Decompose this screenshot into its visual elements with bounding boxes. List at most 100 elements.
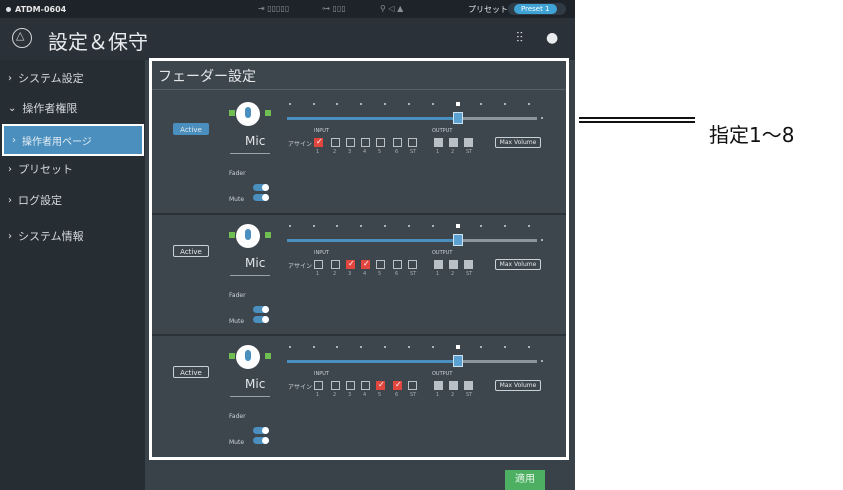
active-button[interactable]: Active <box>173 366 209 378</box>
input-number: ST <box>410 392 417 398</box>
output-assign-checkbox[interactable] <box>464 138 473 147</box>
output-led-icon <box>265 110 271 116</box>
panel-divider <box>152 89 566 90</box>
input-assign-checkbox[interactable] <box>346 138 355 147</box>
channel-divider <box>152 213 566 215</box>
mic-icon[interactable] <box>236 345 260 369</box>
preset-label: プリセット <box>468 5 508 14</box>
input-number: 4 <box>363 271 367 277</box>
channel-divider <box>152 334 566 336</box>
sidebar-item-operator-permissions[interactable]: ⌄ 操作者権限 <box>0 92 145 124</box>
channel-name-underline <box>230 396 270 397</box>
chevron-right-icon: › <box>12 134 16 146</box>
panel-title: フェーダー設定 <box>158 69 256 85</box>
chevron-right-icon: › <box>8 194 12 206</box>
sidebar-item-system-info[interactable]: › システム情報 <box>0 220 145 252</box>
input-assign-checkbox[interactable] <box>361 259 370 269</box>
mic-icon[interactable] <box>236 102 260 126</box>
input-assign-checkbox[interactable] <box>376 380 385 390</box>
sidebar-item-preset[interactable]: › プリセット <box>0 153 145 185</box>
volume-tick <box>313 225 315 227</box>
sidebar-item-label: システム情報 <box>18 230 84 243</box>
input-assign-checkbox[interactable] <box>361 138 370 147</box>
alert-indicator-icon: ⚲ ◁ ▲ <box>380 4 404 13</box>
volume-slider-thumb[interactable] <box>453 112 463 124</box>
input-assign-checkbox[interactable] <box>346 259 355 269</box>
user-icon[interactable]: ● <box>546 30 558 46</box>
volume-tick <box>360 103 362 105</box>
input-number: 1 <box>316 271 320 277</box>
volume-tick <box>456 224 460 228</box>
max-volume-button[interactable]: Max Volume <box>495 259 541 270</box>
input-assign-checkbox[interactable] <box>314 260 323 269</box>
sidebar-item-operator-page[interactable]: › 操作者用ページ <box>2 124 144 156</box>
input-assign-checkbox[interactable] <box>376 138 385 147</box>
volume-slider-fill <box>287 117 457 120</box>
fader-toggle[interactable] <box>253 306 269 313</box>
input-assign-checkbox[interactable] <box>376 260 385 269</box>
mute-toggle[interactable] <box>253 437 269 444</box>
input-number: 3 <box>348 149 352 155</box>
output-number: 1 <box>436 392 440 398</box>
input-assign-checkbox[interactable] <box>393 260 402 269</box>
sidebar-item-log-settings[interactable]: › ログ設定 <box>0 184 145 216</box>
output-assign-checkbox[interactable] <box>434 260 443 269</box>
fader-toggle[interactable] <box>253 184 269 191</box>
volume-tick <box>432 346 434 348</box>
mixer-settings-icon[interactable]: ⫶⫶ <box>516 30 523 46</box>
volume-tick <box>408 103 410 105</box>
output-number: ST <box>466 149 473 155</box>
chevron-right-icon: › <box>8 72 12 84</box>
output-number: 2 <box>451 271 455 277</box>
input-number: ST <box>410 149 417 155</box>
output-assign-checkbox[interactable] <box>434 381 443 390</box>
input-assign-checkbox[interactable] <box>331 260 340 269</box>
output-number: 2 <box>451 149 455 155</box>
input-assign-checkbox[interactable] <box>393 380 402 390</box>
volume-tick <box>480 103 482 105</box>
fader-toggle[interactable] <box>253 427 269 434</box>
callout-line <box>579 117 695 119</box>
max-volume-button[interactable]: Max Volume <box>495 380 541 391</box>
output-label: OUTPUT <box>432 371 453 377</box>
input-number: 4 <box>363 392 367 398</box>
input-number: 5 <box>378 149 382 155</box>
logo-icon <box>12 28 32 48</box>
input-assign-checkbox[interactable] <box>361 381 370 390</box>
volume-slider-thumb[interactable] <box>453 355 463 367</box>
volume-tick <box>336 225 338 227</box>
active-button[interactable]: Active <box>173 245 209 257</box>
input-assign-checkbox[interactable] <box>346 381 355 390</box>
input-assign-checkbox[interactable] <box>408 138 417 147</box>
input-assign-checkbox[interactable] <box>331 138 340 147</box>
input-number: 1 <box>316 149 320 155</box>
status-bar: ATDM-0604 ⇥ ▯▯▯▯▯ ⊶ ▯▯▯ ⚲ ◁ ▲ プリセット Pres… <box>0 0 575 18</box>
volume-tick <box>408 346 410 348</box>
active-button[interactable]: Active <box>173 123 209 135</box>
mic-icon[interactable] <box>236 224 260 248</box>
output-assign-checkbox[interactable] <box>449 381 458 390</box>
output-assign-checkbox[interactable] <box>449 138 458 147</box>
input-assign-checkbox[interactable] <box>393 138 402 147</box>
output-assign-checkbox[interactable] <box>464 260 473 269</box>
input-assign-checkbox[interactable] <box>331 381 340 390</box>
volume-tick <box>360 346 362 348</box>
volume-slider-thumb[interactable] <box>453 234 463 246</box>
output-assign-checkbox[interactable] <box>464 381 473 390</box>
mute-toggle[interactable] <box>253 316 269 323</box>
mute-toggle[interactable] <box>253 194 269 201</box>
channel-name: Mic <box>245 256 266 270</box>
input-assign-checkbox[interactable] <box>408 260 417 269</box>
output-assign-checkbox[interactable] <box>434 138 443 147</box>
input-assign-checkbox[interactable] <box>408 381 417 390</box>
apply-button[interactable]: 適用 <box>505 470 545 490</box>
input-assign-checkbox[interactable] <box>314 381 323 390</box>
input-assign-checkbox[interactable] <box>314 137 323 147</box>
output-assign-checkbox[interactable] <box>449 260 458 269</box>
volume-tick <box>289 103 291 105</box>
max-volume-button[interactable]: Max Volume <box>495 137 541 148</box>
volume-tick <box>336 346 338 348</box>
preset-selector[interactable]: Preset 1 <box>514 4 557 14</box>
status-dot-icon <box>6 6 11 12</box>
sidebar-item-system-settings[interactable]: › システム設定 <box>0 62 145 94</box>
